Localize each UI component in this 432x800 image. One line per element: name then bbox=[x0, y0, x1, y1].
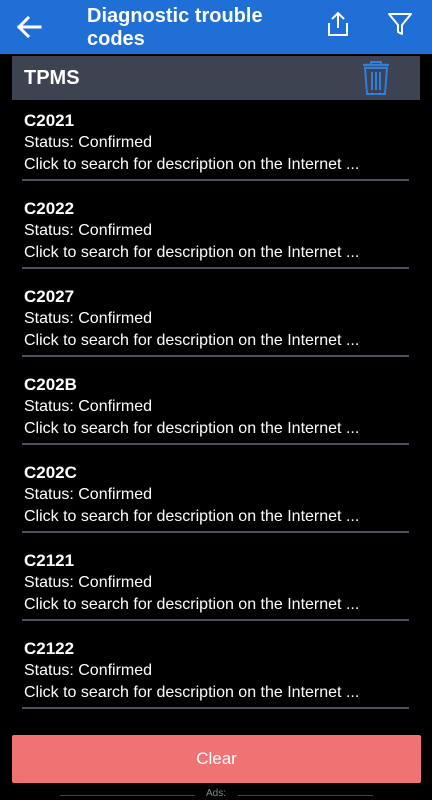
trouble-code: C202C bbox=[24, 463, 77, 482]
code-description-link[interactable]: Click to search for description on the I… bbox=[24, 420, 359, 438]
list-item[interactable]: C2122 Status: Confirmed Click to search … bbox=[0, 628, 432, 716]
section-title: TPMS bbox=[24, 66, 80, 89]
divider bbox=[22, 267, 409, 269]
share-upload-icon bbox=[328, 11, 348, 36]
code-description-link[interactable]: Click to search for description on the I… bbox=[24, 156, 359, 174]
ads-footer: Ads: bbox=[0, 788, 432, 800]
code-description-link[interactable]: Click to search for description on the I… bbox=[24, 508, 359, 526]
filter-funnel-icon bbox=[388, 13, 412, 35]
divider bbox=[22, 355, 409, 357]
code-description-link[interactable]: Click to search for description on the I… bbox=[24, 244, 359, 262]
list-item[interactable]: C202C Status: Confirmed Click to search … bbox=[0, 452, 432, 540]
clear-button[interactable]: Clear bbox=[12, 735, 421, 783]
trouble-code: C2022 bbox=[24, 199, 75, 218]
arrow-left-icon bbox=[16, 16, 42, 38]
trouble-code: C2121 bbox=[24, 551, 75, 570]
ads-label: Ads: bbox=[205, 788, 226, 799]
trash-icon bbox=[363, 61, 389, 95]
filter-button[interactable] bbox=[382, 6, 418, 42]
trouble-code: C2021 bbox=[24, 111, 75, 130]
app-screen: Diagnostic trouble codes TPMS C2021 Stat… bbox=[0, 0, 432, 800]
list-item[interactable]: C2021 Status: Confirmed Click to search … bbox=[0, 100, 432, 188]
code-description-link[interactable]: Click to search for description on the I… bbox=[24, 596, 359, 614]
code-status: Status: Confirmed bbox=[24, 310, 153, 327]
list-item[interactable]: C2022 Status: Confirmed Click to search … bbox=[0, 188, 432, 276]
back-button[interactable] bbox=[0, 0, 58, 54]
divider bbox=[22, 531, 409, 533]
list-item[interactable]: C2027 Status: Confirmed Click to search … bbox=[0, 276, 432, 364]
code-status: Status: Confirmed bbox=[24, 398, 153, 415]
page-title: Diagnostic trouble codes bbox=[87, 5, 263, 50]
code-description-link[interactable]: Click to search for description on the I… bbox=[24, 684, 359, 702]
code-status: Status: Confirmed bbox=[24, 574, 153, 591]
code-status: Status: Confirmed bbox=[24, 222, 153, 239]
section-header: TPMS bbox=[12, 56, 420, 100]
code-description-link[interactable]: Click to search for description on the I… bbox=[24, 332, 359, 350]
list-item[interactable]: C2121 Status: Confirmed Click to search … bbox=[0, 540, 432, 628]
trouble-code: C2122 bbox=[24, 639, 75, 658]
code-status: Status: Confirmed bbox=[24, 134, 153, 151]
code-status: Status: Confirmed bbox=[24, 662, 153, 679]
divider bbox=[22, 443, 409, 445]
list-item[interactable]: C202B Status: Confirmed Click to search … bbox=[0, 364, 432, 452]
share-button[interactable] bbox=[320, 6, 356, 42]
trouble-code: C202B bbox=[24, 375, 77, 394]
divider bbox=[22, 179, 409, 181]
divider bbox=[22, 707, 409, 709]
divider bbox=[22, 619, 409, 621]
trouble-code: C2027 bbox=[24, 287, 75, 306]
app-bar: Diagnostic trouble codes bbox=[0, 0, 432, 54]
divider bbox=[238, 795, 373, 796]
delete-section-button[interactable] bbox=[358, 58, 394, 98]
code-status: Status: Confirmed bbox=[24, 486, 153, 503]
trouble-code-list[interactable]: C2021 Status: Confirmed Click to search … bbox=[0, 100, 432, 736]
